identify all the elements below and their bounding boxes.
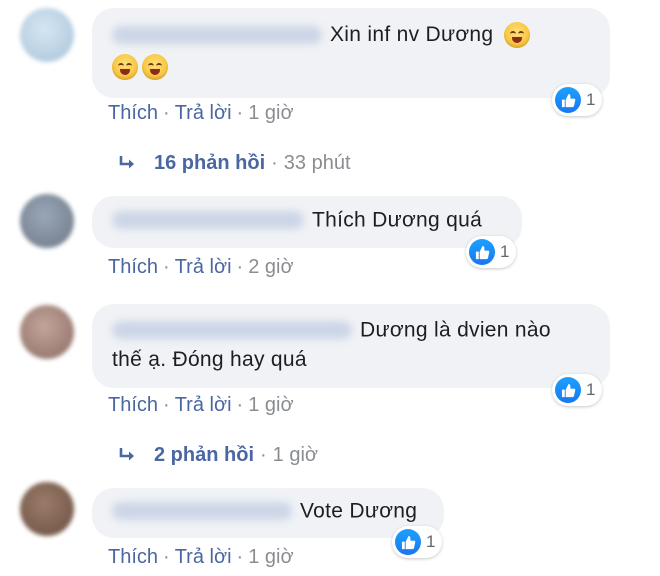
comment-bubble: Dương là dvien nào thế ạ. Đóng hay quá: [92, 304, 610, 388]
like-link[interactable]: Thích: [108, 394, 158, 416]
comment-actions: Thích · Trả lời · 1 giờ: [108, 394, 294, 416]
grinning-squinting-face-icon: [503, 22, 530, 48]
blurred-author-name[interactable]: [112, 321, 352, 340]
reply-link[interactable]: Trả lời: [175, 102, 232, 124]
blurred-author-name[interactable]: [112, 211, 304, 230]
replies-count-link[interactable]: 2 phản hồi: [154, 444, 254, 467]
avatar[interactable]: [20, 194, 74, 248]
like-count: 1: [586, 90, 596, 109]
comment-text: Thích Dương quá: [312, 208, 483, 232]
thumbs-up-icon: [555, 377, 581, 403]
reply-arrow-icon: [118, 155, 138, 172]
comment-text-line-2: thế ạ. Đóng hay quá: [112, 348, 307, 372]
comment-text-line-1: Dương là dvien nào: [360, 318, 551, 342]
comment-text: Vote Dương: [300, 499, 418, 523]
like-reaction-badge[interactable]: 1: [392, 526, 443, 558]
like-count: 1: [586, 380, 596, 399]
reply-arrow-icon: [118, 447, 138, 464]
comment-bubble: Vote Dương: [92, 488, 444, 538]
thumbs-up-icon: [469, 239, 495, 265]
like-count: 1: [426, 532, 436, 551]
like-reaction-badge[interactable]: 1: [552, 374, 603, 406]
reply-link[interactable]: Trả lời: [175, 394, 232, 416]
grinning-squinting-face-icon: [142, 54, 168, 80]
view-replies[interactable]: 2 phản hồi · 1 giờ: [118, 444, 318, 467]
avatar[interactable]: [20, 482, 74, 536]
avatar[interactable]: [20, 305, 74, 359]
view-replies[interactable]: 16 phản hồi · 33 phút: [118, 152, 351, 175]
thumbs-up-icon: [555, 87, 581, 113]
comment-bubble: Xin inf nv Dương: [92, 8, 610, 98]
comment-time[interactable]: 1 giờ: [248, 394, 293, 416]
comment-actions: Thích · Trả lời · 2 giờ: [108, 256, 294, 278]
replies-time: 1 giờ: [272, 444, 319, 466]
reply-link[interactable]: Trả lời: [175, 546, 232, 568]
blurred-author-name[interactable]: [112, 502, 292, 521]
like-count: 1: [500, 242, 510, 261]
comment-time[interactable]: 1 giờ: [248, 102, 293, 124]
replies-count-link[interactable]: 16 phản hồi: [154, 152, 265, 175]
blurred-author-name[interactable]: [112, 26, 322, 44]
avatar[interactable]: [20, 8, 74, 62]
like-link[interactable]: Thích: [108, 102, 158, 124]
reply-link[interactable]: Trả lời: [175, 256, 232, 278]
like-reaction-badge[interactable]: 1: [552, 84, 603, 116]
comment-text: Xin inf nv Dương: [330, 23, 494, 46]
comment-bubble: Thích Dương quá: [92, 196, 522, 248]
replies-time: 33 phút: [283, 152, 351, 174]
grinning-squinting-face-icon: [112, 54, 138, 80]
comment-time[interactable]: 2 giờ: [248, 256, 293, 278]
comment-time[interactable]: 1 giờ: [248, 546, 293, 568]
like-link[interactable]: Thích: [108, 546, 158, 568]
thumbs-up-icon: [395, 529, 421, 555]
comment-actions: Thích · Trả lời · 1 giờ: [108, 546, 294, 568]
like-link[interactable]: Thích: [108, 256, 158, 278]
like-reaction-badge[interactable]: 1: [466, 236, 517, 268]
comment-actions: Thích · Trả lời · 1 giờ: [108, 102, 294, 124]
